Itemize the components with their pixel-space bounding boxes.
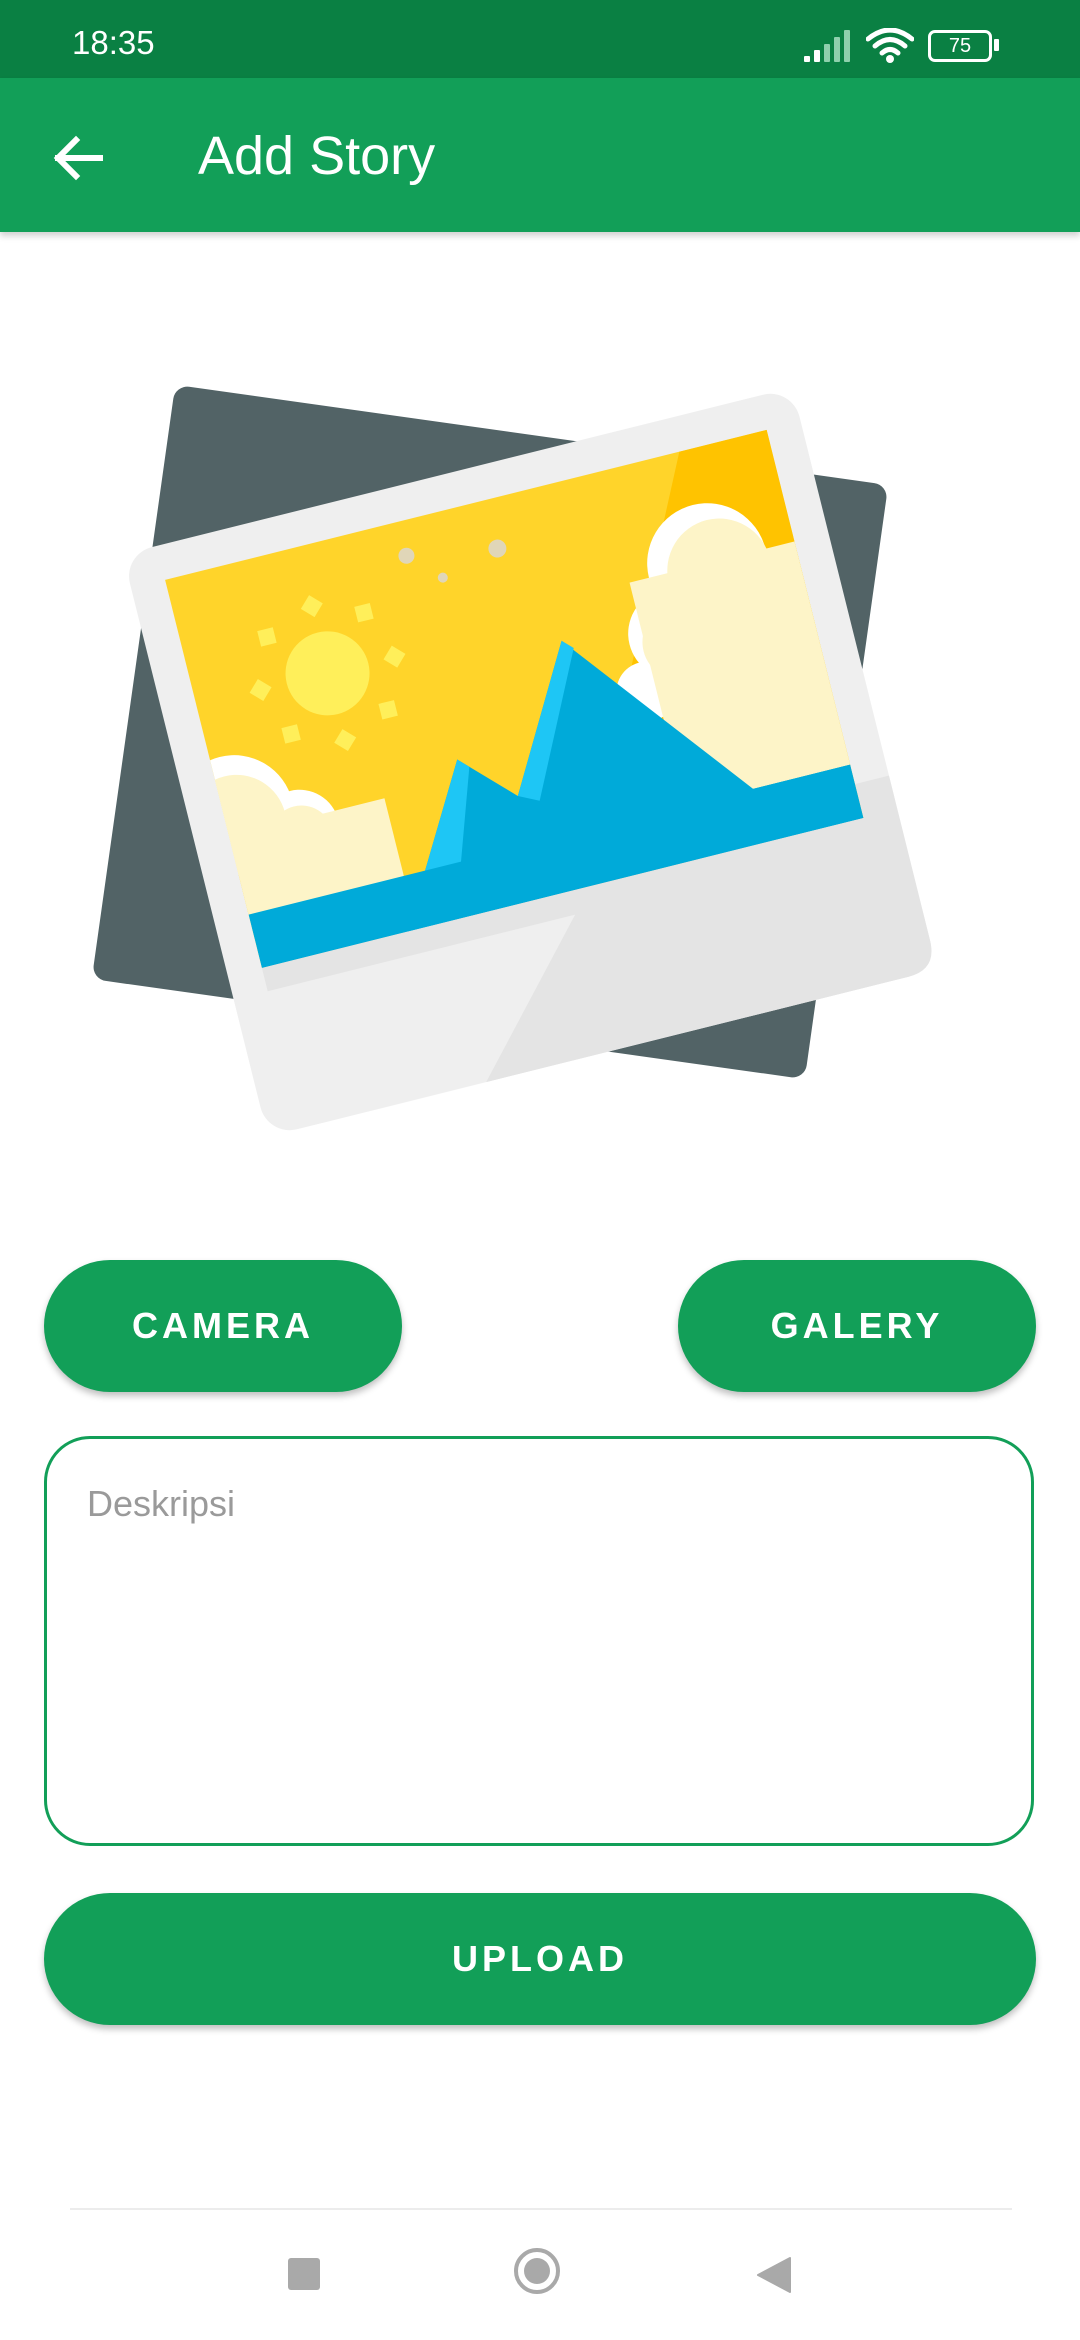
camera-button[interactable]: CAMERA [44, 1260, 402, 1392]
upload-button[interactable]: UPLOAD [44, 1893, 1036, 2025]
status-time: 18:35 [72, 24, 155, 61]
description-field[interactable] [44, 1436, 1034, 1846]
back-triangle-icon[interactable] [756, 2256, 792, 2294]
page-title: Add Story [198, 126, 436, 186]
battery-level: 75 [928, 30, 992, 62]
status-bar: 18:35 75 [0, 0, 1080, 78]
battery-icon: 75 [928, 30, 999, 64]
signal-icon [804, 30, 850, 62]
navigation-bar [0, 2210, 1080, 2340]
image-placeholder-icon[interactable] [80, 272, 1010, 1202]
wifi-icon [866, 28, 914, 63]
recents-square-icon[interactable] [288, 2258, 320, 2290]
arrow-left-icon [53, 135, 103, 181]
back-button[interactable] [38, 118, 118, 198]
app-bar: Add Story [0, 78, 1080, 232]
status-icons: 75 [804, 28, 1004, 68]
description-input[interactable] [87, 1483, 987, 1813]
galery-button[interactable]: GALERY [678, 1260, 1036, 1392]
home-circle-icon[interactable] [514, 2248, 560, 2294]
